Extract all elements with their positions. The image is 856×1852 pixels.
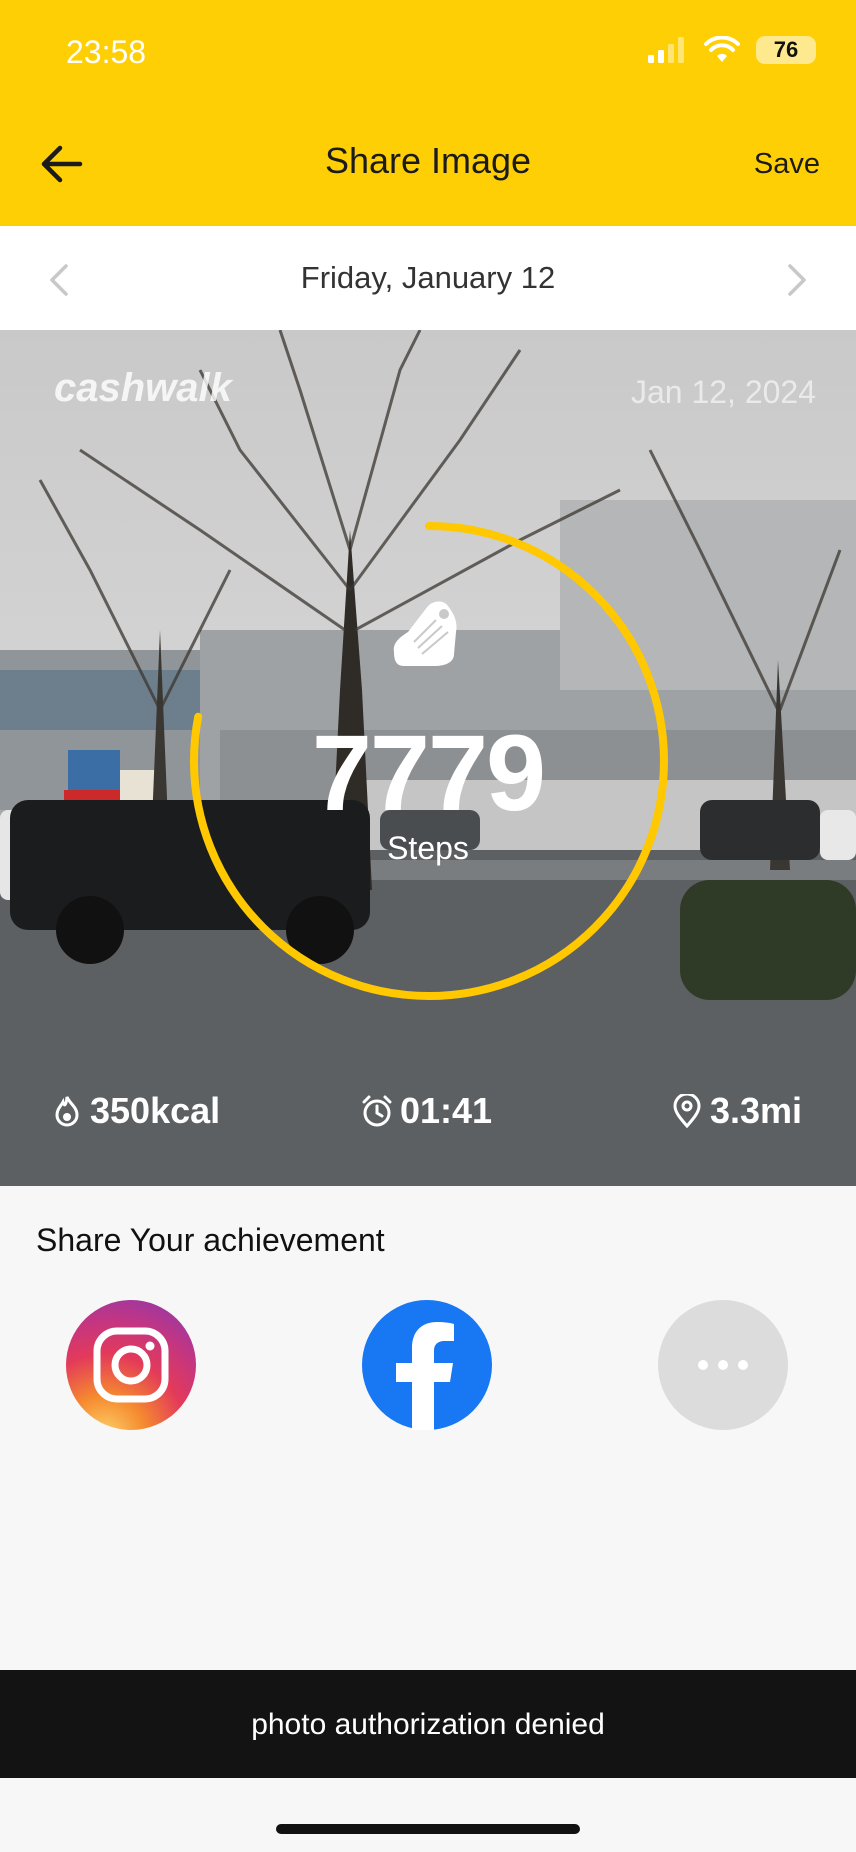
toast-text: photo authorization denied [251,1708,605,1741]
duration-value: 01:41 [400,1090,493,1131]
facebook-icon [396,1322,454,1430]
instagram-icon [93,1327,169,1403]
wifi-icon [704,36,740,62]
toast-message: photo authorization denied [0,1670,856,1778]
share-instagram-button[interactable] [66,1300,196,1430]
brand-watermark: cashwalk [54,366,232,410]
next-day-button[interactable] [782,262,810,298]
distance-value: 3.3mi [710,1090,803,1131]
more-icon [698,1360,748,1370]
selected-date: Friday, January 12 [300,260,556,295]
battery-indicator: 76 [756,36,816,64]
location-pin-icon [673,1094,701,1128]
alarm-clock-icon [362,1095,392,1127]
page-title: Share Image [324,140,532,181]
status-icons: 76 [648,36,816,64]
date-navigation: Friday, January 12 [0,226,856,330]
calories-value: 350kcal [90,1090,221,1131]
battery-level: 76 [773,37,799,62]
signal-icon [648,37,684,63]
app-header: 23:58 76 Share Image Save [0,0,856,226]
save-button[interactable]: Save [754,148,820,181]
steps-count: 7779 [311,712,546,833]
calories-stat: 350kcal [50,1090,220,1132]
share-facebook-button[interactable] [362,1300,492,1430]
shoe-icon [393,601,457,666]
steps-label: Steps [387,830,469,866]
duration-stat: 01:41 [360,1090,492,1132]
home-indicator[interactable] [276,1824,580,1834]
share-more-button[interactable] [658,1300,788,1430]
photo-date: Jan 12, 2024 [630,374,816,410]
distance-stat: 3.3mi [670,1090,802,1132]
status-time: 23:58 [66,34,147,70]
flame-icon [55,1094,79,1127]
chevron-right-icon [788,264,806,296]
share-photo-card: cashwalk Jan 12, 2024 7779 Steps 350kcal… [0,330,856,1186]
share-title: Share Your achievement [36,1222,385,1258]
